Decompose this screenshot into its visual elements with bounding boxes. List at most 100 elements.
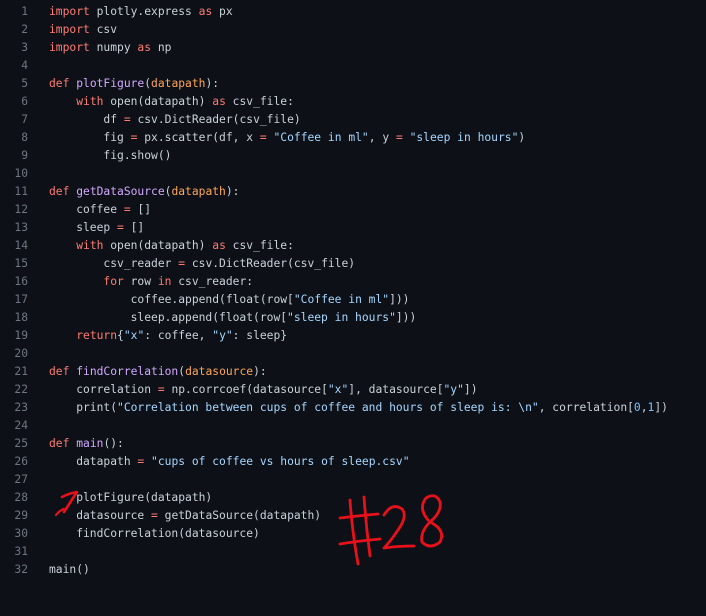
line-source: df = csv.DictReader(csv_file): [49, 111, 301, 129]
line-source: def findCorrelation(datasource):: [49, 363, 267, 381]
line-number: 25: [14, 437, 28, 450]
code-line[interactable]: 21 def findCorrelation(datasource):: [0, 363, 706, 381]
code-token: "Correlation between cups of coffee and …: [117, 401, 539, 414]
code-line[interactable]: 3 import numpy as np: [0, 39, 706, 57]
code-token: return: [76, 329, 118, 342]
code-line[interactable]: 18 sleep.append(float(row["sleep in hour…: [0, 309, 706, 327]
line-number: 27: [14, 473, 28, 486]
code-token: ], datasource[: [348, 383, 444, 396]
code-line[interactable]: 1 import plotly.express as px: [0, 3, 706, 21]
code-line[interactable]: 31: [0, 543, 706, 561]
code-token: =: [259, 131, 267, 144]
code-line[interactable]: 25 def main():: [0, 435, 706, 453]
line-source: return{"x": coffee, "y": sleep}: [49, 327, 287, 345]
code-token: 0: [633, 401, 641, 414]
line-number: 11: [14, 185, 28, 198]
code-line[interactable]: 20: [0, 345, 706, 363]
code-token: ]): [654, 401, 668, 414]
line-number: 28: [14, 491, 28, 504]
code-line[interactable]: 17 coffee.append(float(row["Coffee in ml…: [0, 291, 706, 309]
line-number: 3: [21, 41, 28, 54]
line-number: 13: [14, 221, 28, 234]
line-source: fig = px.scatter(df, x = "Coffee in ml",…: [49, 129, 525, 147]
code-line[interactable]: 5 def plotFigure(datapath):: [0, 75, 706, 93]
code-line[interactable]: 4: [0, 57, 706, 75]
code-token: getDataSource(datapath): [157, 509, 322, 522]
code-line[interactable]: 26 datapath = "cups of coffee vs hours o…: [0, 453, 706, 471]
code-line[interactable]: 15 csv_reader = csv.DictReader(csv_file): [0, 255, 706, 273]
code-token: px: [212, 5, 233, 18]
code-line[interactable]: 10: [0, 165, 706, 183]
line-number: 7: [21, 113, 28, 126]
line-number: 21: [14, 365, 28, 378]
code-token: plotFigure(datapath): [49, 491, 213, 504]
code-token: with: [76, 95, 104, 108]
line-number: 16: [14, 275, 28, 288]
code-token: , y: [368, 131, 396, 144]
code-line[interactable]: 19 return{"x": coffee, "y": sleep}: [0, 327, 706, 345]
code-token: in: [157, 275, 172, 288]
code-token: =: [123, 203, 131, 216]
code-line[interactable]: 12 coffee = []: [0, 201, 706, 219]
code-token: main: [76, 437, 104, 450]
code-token: coffee.append(float(row[: [49, 293, 294, 306]
code-line[interactable]: 32 main(): [0, 561, 706, 579]
code-line[interactable]: 16 for row in csv_reader:: [0, 273, 706, 291]
code-token: =: [151, 509, 158, 522]
line-source: datasource = getDataSource(datapath): [49, 507, 321, 525]
code-editor[interactable]: 1 import plotly.express as px 2 import csv 3…: [0, 0, 706, 616]
line-number: 32: [14, 563, 28, 576]
code-token: datasource: [49, 509, 152, 522]
line-number: 2: [21, 23, 28, 36]
line-source: sleep = []: [49, 219, 144, 237]
code-line[interactable]: 22 correlation = np.corrcoef(datasource[…: [0, 381, 706, 399]
code-token: csv_reader: [49, 257, 179, 270]
line-source: correlation = np.corrcoef(datasource["x"…: [49, 381, 477, 399]
code-line[interactable]: 28 plotFigure(datapath): [0, 489, 706, 507]
code-line[interactable]: 27: [0, 471, 706, 489]
code-token: sleep.append(float(row[: [49, 311, 288, 324]
line-source: for row in csv_reader:: [49, 273, 253, 291]
line-source: coffee = []: [49, 201, 151, 219]
code-line[interactable]: 11 def getDataSource(datapath):: [0, 183, 706, 201]
line-number: 4: [21, 59, 28, 72]
code-token: "x": [327, 383, 349, 396]
code-token: "sleep in hours": [409, 131, 519, 144]
code-token: as: [137, 41, 152, 54]
line-source: datapath = "cups of coffee vs hours of s…: [49, 453, 409, 471]
code-line[interactable]: 13 sleep = []: [0, 219, 706, 237]
code-token: "y": [443, 383, 464, 396]
code-line[interactable]: 30 findCorrelation(datasource): [0, 525, 706, 543]
code-line[interactable]: 2 import csv: [0, 21, 706, 39]
code-lines[interactable]: 1 import plotly.express as px 2 import csv 3…: [0, 3, 706, 579]
line-number: 12: [14, 203, 28, 216]
line-number: 19: [14, 329, 28, 342]
code-token: plotFigure: [76, 77, 145, 90]
code-token: =: [123, 113, 131, 126]
code-token: ():: [103, 437, 124, 450]
code-token: ])): [389, 293, 410, 306]
code-line[interactable]: 8 fig = px.scatter(df, x = "Coffee in ml…: [0, 129, 706, 147]
code-token: row: [123, 275, 158, 288]
code-line[interactable]: 7 df = csv.DictReader(csv_file): [0, 111, 706, 129]
line-source: import numpy as np: [49, 39, 171, 57]
line-source: findCorrelation(datasource): [49, 525, 260, 543]
line-number: 15: [14, 257, 28, 270]
code-line[interactable]: 9 fig.show(): [0, 147, 706, 165]
code-line[interactable]: 29 datasource = getDataSource(datapath): [0, 507, 706, 525]
code-token: , correlation[: [538, 401, 634, 414]
line-number: 22: [14, 383, 28, 396]
code-line[interactable]: 6 with open(datapath) as csv_file:: [0, 93, 706, 111]
code-token: import: [49, 41, 90, 54]
code-line[interactable]: 14 with open(datapath) as csv_file:: [0, 237, 706, 255]
code-token: csv.DictReader(csv_file): [130, 113, 301, 126]
code-line[interactable]: 23 print("Correlation between cups of co…: [0, 399, 706, 417]
code-token: datapath: [151, 77, 206, 90]
code-token: {: [117, 329, 124, 342]
code-token: fig: [49, 131, 131, 144]
code-token: getDataSource: [76, 185, 165, 198]
code-line[interactable]: 24: [0, 417, 706, 435]
